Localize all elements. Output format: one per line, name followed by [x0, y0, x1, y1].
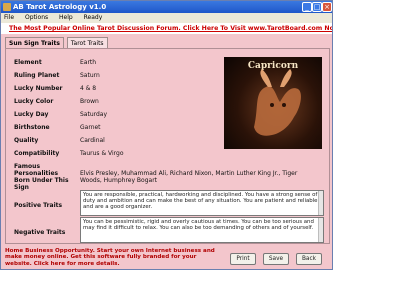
lucky-color-value: Brown	[80, 98, 99, 105]
lucky-day-value: Saturday	[80, 111, 108, 118]
tab-strip: Sun Sign Traits Tarot Traits	[5, 37, 109, 49]
lucky-number-label: Lucky Number	[14, 85, 63, 92]
maximize-button[interactable]: □	[312, 2, 322, 12]
forum-banner-link[interactable]: The Most Popular Online Tarot Discussion…	[1, 23, 332, 34]
negative-traits-label: Negative Traits	[14, 229, 66, 236]
compatibility-value: Taurus & Virgo	[80, 150, 124, 157]
famous-personalities-value: Elvis Presley, Muhammad Ali, Richard Nix…	[80, 170, 298, 184]
minimize-button[interactable]: _	[302, 2, 312, 12]
window-title: AB Tarot Astrology v1.0	[13, 3, 107, 11]
famous-personalities-label: Famous Personalities Born Under This Sig…	[14, 163, 69, 191]
compatibility-label: Compatibility	[14, 150, 60, 157]
lucky-color-label: Lucky Color	[14, 98, 54, 105]
close-button[interactable]: ×	[322, 2, 332, 12]
title-bar[interactable]: AB Tarot Astrology v1.0 _ □ ×	[1, 1, 332, 13]
print-button[interactable]: Print	[230, 253, 256, 265]
positive-traits-textbox[interactable]: You are responsible, practical, hardwork…	[80, 190, 324, 216]
positive-traits-scrollbar[interactable]	[318, 191, 323, 215]
quality-value: Cardinal	[80, 137, 105, 144]
ruling-planet-label: Ruling Planet	[14, 72, 60, 79]
negative-traits-text: You can be pessimistic, rigid and overly…	[83, 219, 314, 232]
save-button[interactable]: Save	[263, 253, 289, 265]
negative-traits-scrollbar[interactable]	[318, 218, 323, 242]
zodiac-image: Capricorn	[224, 57, 322, 149]
element-value: Earth	[80, 59, 97, 66]
menu-options[interactable]: Options	[25, 14, 48, 21]
birthstone-value: Garnet	[80, 124, 101, 131]
element-label: Element	[14, 59, 42, 66]
positive-traits-label: Positive Traits	[14, 202, 63, 209]
positive-traits-text: You are responsible, practical, hardwork…	[83, 192, 318, 211]
goat-icon	[254, 69, 301, 136]
quality-label: Quality	[14, 137, 39, 144]
menu-ready[interactable]: Ready	[84, 14, 103, 21]
birthstone-label: Birthstone	[14, 124, 50, 131]
lucky-day-label: Lucky Day	[14, 111, 49, 118]
home-business-link[interactable]: Home Business Opportunity. Start your ow…	[5, 248, 221, 267]
traits-panel: Element Earth Ruling Planet Saturn Lucky…	[5, 48, 330, 244]
menu-bar: File Options Help Ready	[1, 13, 332, 23]
menu-file[interactable]: File	[4, 14, 14, 21]
ruling-planet-value: Saturn	[80, 72, 100, 79]
menu-help[interactable]: Help	[59, 14, 73, 21]
app-window: AB Tarot Astrology v1.0 _ □ × File Optio…	[0, 0, 333, 270]
back-button[interactable]: Back	[296, 253, 322, 265]
app-icon	[3, 3, 11, 11]
negative-traits-textbox[interactable]: You can be pessimistic, rigid and overly…	[80, 217, 324, 243]
lucky-number-value: 4 & 8	[80, 85, 97, 92]
